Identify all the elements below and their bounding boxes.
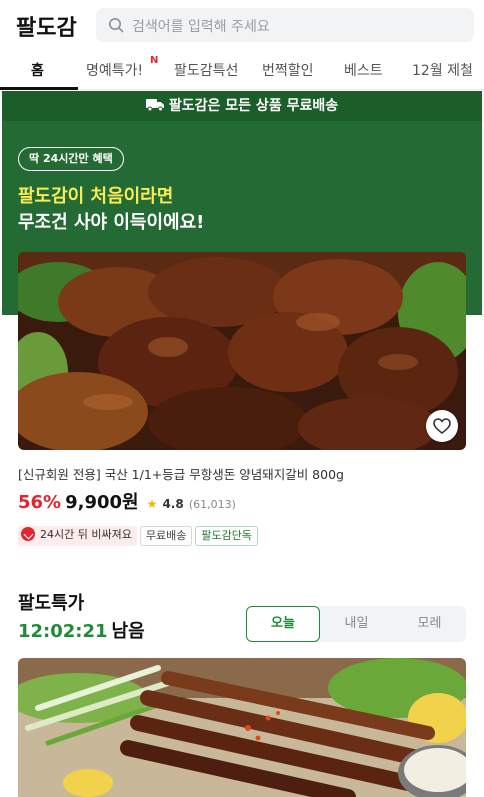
deal-product-image[interactable]	[18, 658, 466, 797]
active-tab-indicator	[0, 87, 78, 90]
new-badge: N	[150, 55, 159, 66]
search-bar[interactable]: 검색어를 입력해 주세요	[96, 8, 474, 42]
free-shipping-bar[interactable]: 팔도감은 모든 상품 무료배송	[2, 91, 482, 121]
tag-price-rise: 24시간 뒤 비싸져요	[18, 526, 137, 546]
star-icon: ★	[146, 497, 158, 511]
rating-value: 4.8	[162, 497, 184, 511]
tab-flash-sale[interactable]: 번쩍할인	[262, 60, 314, 80]
product-tags: 24시간 뒤 비싸져요 무료배송 팔도감단독	[18, 526, 261, 546]
app-logo[interactable]: 팔도감	[16, 10, 77, 42]
eel-photo	[18, 658, 466, 797]
deal-section-title: 팔도특가	[18, 593, 85, 614]
discount-rate: 56%	[18, 492, 62, 513]
truck-icon	[145, 99, 164, 111]
tab-home[interactable]: 홈	[31, 60, 44, 80]
product-image[interactable]	[18, 252, 466, 450]
tag-exclusive: 팔도감단독	[195, 526, 258, 546]
search-icon	[109, 18, 124, 33]
category-tabs: 홈 명예특가! N 팔도감특선 번쩍할인 베스트 12월 제철	[0, 50, 484, 90]
search-input[interactable]: 검색어를 입력해 주세요	[132, 16, 270, 36]
review-count: (61,013)	[188, 498, 236, 511]
product-price: 9,900원	[65, 492, 139, 513]
day-selector: 오늘 내일 모레	[246, 606, 466, 642]
tag-free-shipping: 무료배송	[139, 526, 193, 546]
tab-best[interactable]: 베스트	[344, 60, 383, 80]
promo-badge: 딱 24시간만 혜택	[18, 147, 124, 171]
promo-headline-2: 무조건 사야 이득이에요!	[18, 212, 205, 233]
deal-timer: 12:02:21 남음	[18, 617, 145, 643]
tab-special[interactable]: 팔도감특선	[174, 60, 238, 80]
day-tab-today[interactable]: 오늘	[246, 606, 320, 642]
promo-headline-1: 팔도감이 처음이라면	[18, 186, 174, 207]
ribs-photo	[18, 252, 466, 450]
product-title[interactable]: [신규회원 전용] 국산 1/1+등급 무항생돈 양념돼지갈비 800g	[18, 464, 344, 483]
day-tab-tomorrow[interactable]: 내일	[320, 606, 393, 642]
tab-honor-deal[interactable]: 명예특가!	[86, 60, 143, 80]
price-line: 56% 9,900원 ★ 4.8 (61,013)	[18, 488, 236, 514]
heart-icon	[433, 418, 451, 434]
countdown-suffix: 남음	[111, 621, 145, 642]
clock-icon	[21, 527, 35, 541]
shipping-text: 팔도감은 모든 상품 무료배송	[168, 98, 339, 114]
wishlist-button[interactable]	[426, 410, 458, 442]
top-header: 팔도감 검색어를 입력해 주세요	[0, 0, 484, 50]
countdown: 12:02:21	[18, 621, 108, 642]
day-tab-day-after[interactable]: 모레	[393, 606, 466, 642]
tab-seasonal[interactable]: 12월 제철	[412, 60, 473, 80]
